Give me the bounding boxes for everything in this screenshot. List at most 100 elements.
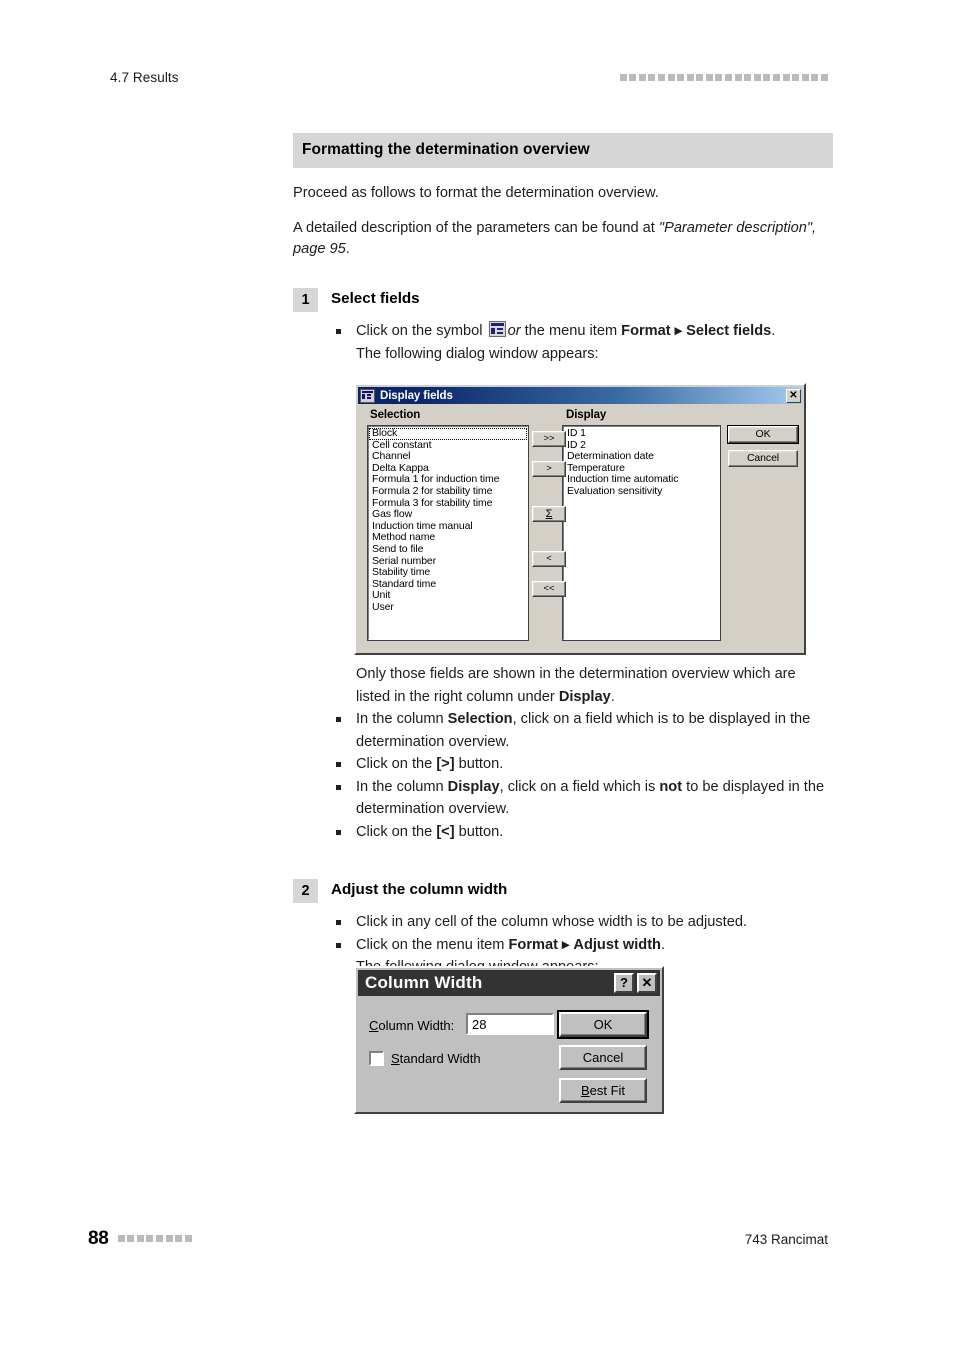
ok-button[interactable]: OK (727, 425, 799, 444)
move-all-right-button[interactable]: >> (532, 431, 566, 447)
list-item[interactable]: ID 1 (564, 427, 719, 440)
list-item[interactable]: Evaluation sensitivity (564, 485, 719, 498)
bullet-square-icon (336, 784, 341, 790)
step-1-header: 1 Select fields (293, 288, 833, 312)
b2-pre: In the column (356, 711, 448, 727)
close-icon[interactable]: ✕ (637, 973, 657, 993)
list-item[interactable]: Send to file (369, 543, 527, 556)
decoration-square (638, 74, 646, 81)
section-title: Formatting the determination overview (293, 133, 833, 168)
b3-post: button. (454, 756, 504, 772)
best-fit-button[interactable]: Best Fit (559, 1078, 647, 1103)
header-decoration-squares (619, 74, 828, 81)
list-item[interactable]: User (369, 601, 527, 614)
decoration-square (725, 74, 733, 81)
step-2-bullet-1: Click in any cell of the column whose wi… (331, 911, 833, 934)
move-all-left-button[interactable]: << (532, 581, 566, 597)
step-1-bullet-list-bottom: In the column Selection , click on a fiel… (331, 708, 833, 843)
follow-text-1: The following dialog window appears: (356, 345, 599, 362)
intro2-plain: A detailed description of the parameters… (293, 220, 659, 236)
post-dialog-paragraph: Only those fields are shown in the deter… (356, 663, 833, 708)
footer-product: 743 Rancimat (744, 1232, 828, 1247)
b1-item: Select fields (686, 323, 772, 339)
ok-button[interactable]: OK (557, 1010, 649, 1039)
decoration-square (753, 74, 761, 81)
step-2-header: 2 Adjust the column width (293, 879, 833, 903)
cw-label-rest: olumn Width: (378, 1018, 455, 1033)
column-width-buttons: OK Cancel Best Fit (557, 1010, 649, 1111)
select-fields-toolbar-icon[interactable] (488, 321, 506, 337)
step-1-bullet-4: In the column Display, click on a field … (331, 776, 833, 821)
list-item[interactable]: Formula 2 for stability time (369, 485, 527, 498)
step-2-bullet-2: Click on the menu item Format ▸ Adjust w… (331, 934, 833, 957)
decoration-square (117, 1235, 125, 1242)
decoration-square (734, 74, 742, 81)
cw-chk-rest: tandard Width (399, 1051, 481, 1066)
decoration-square (136, 1235, 144, 1242)
post-dialog-bold: Display (558, 688, 611, 705)
b4-bold2: not (659, 778, 683, 795)
close-icon[interactable]: ✕ (786, 388, 801, 403)
decoration-square (811, 74, 819, 81)
cancel-button[interactable]: Cancel (728, 450, 798, 467)
standard-width-label: Standard Width (391, 1051, 481, 1066)
move-right-button[interactable]: > (532, 461, 566, 477)
sum-button[interactable]: Σ (532, 506, 566, 522)
bestfit-accel: B (580, 1083, 590, 1098)
decoration-square (657, 74, 665, 81)
decoration-square (175, 1235, 183, 1242)
b1-or: or (507, 323, 521, 339)
footer-left: 88 (88, 1228, 192, 1250)
footer-decoration-squares (117, 1235, 192, 1243)
decoration-square (155, 1235, 163, 1242)
transfer-button-group: >> > Σ < << (532, 431, 566, 636)
step-2-number: 2 (293, 879, 318, 903)
selection-listbox[interactable]: Block Cell constant Channel Delta Kappa Form… (367, 425, 529, 641)
decoration-square (696, 74, 704, 81)
column-width-body: Column Width: 28 Standard Width OK Cance… (356, 1000, 662, 1112)
s2b2-menu: Format (508, 936, 558, 953)
bullet-square-icon (336, 920, 341, 925)
cw-chk-accel: S (391, 1051, 400, 1066)
list-item[interactable]: Standard time (369, 578, 527, 591)
table-grid-icon (360, 388, 375, 403)
dialog-action-buttons: OK Cancel (727, 425, 799, 474)
display-listbox[interactable]: ID 1 ID 2 Determination date Temperature Ind… (562, 425, 721, 641)
decoration-square (763, 74, 771, 81)
list-item[interactable]: Gas flow (369, 509, 527, 521)
cancel-button[interactable]: Cancel (559, 1045, 647, 1070)
decoration-square (667, 74, 675, 81)
standard-width-checkbox-row[interactable]: Standard Width (369, 1051, 481, 1066)
bullet-square-icon (336, 942, 341, 948)
help-icon[interactable]: ? (614, 973, 634, 993)
decoration-square (715, 74, 723, 81)
b3-bold: [>] (436, 756, 455, 772)
page-footer: 88 743 Rancimat (0, 1210, 954, 1350)
display-fields-titlebar[interactable]: Display fields ✕ (358, 387, 802, 404)
display-fields-dialog[interactable]: Display fields ✕ Selection Display Block… (354, 383, 806, 655)
column-width-input[interactable]: 28 (466, 1013, 554, 1035)
column-width-titlebar[interactable]: Column Width ? ✕ (358, 970, 660, 996)
bullet-square-icon (336, 717, 341, 722)
decoration-square (127, 1235, 135, 1242)
display-fields-title: Display fields (380, 389, 453, 402)
move-left-button[interactable]: < (532, 551, 566, 567)
menu-arrow-icon: ▸ (562, 936, 570, 953)
b1-pre: Click on the symbol (356, 323, 487, 339)
decoration-square (184, 1235, 192, 1242)
titlebar-buttons: ? ✕ (614, 973, 657, 993)
page-header: 4.7 Results (0, 0, 954, 110)
bullet-square-icon (336, 762, 341, 767)
list-item[interactable]: Block (369, 427, 527, 440)
post-dialog-content: Only those fields are shown in the deter… (293, 663, 833, 979)
standard-width-checkbox[interactable] (369, 1051, 384, 1066)
column-width-dialog[interactable]: Column Width ? ✕ Column Width: 28 Standa… (354, 966, 664, 1114)
decoration-square (677, 74, 685, 81)
decoration-square (686, 74, 694, 81)
page-number: 88 (88, 1228, 109, 1249)
list-item[interactable]: Stability time (369, 567, 527, 579)
column-width-title: Column Width (365, 973, 483, 992)
step-1-bullet-1: Click on the symbol or the menu item For… (331, 320, 833, 343)
decoration-square (648, 74, 656, 81)
decoration-square (773, 74, 781, 81)
